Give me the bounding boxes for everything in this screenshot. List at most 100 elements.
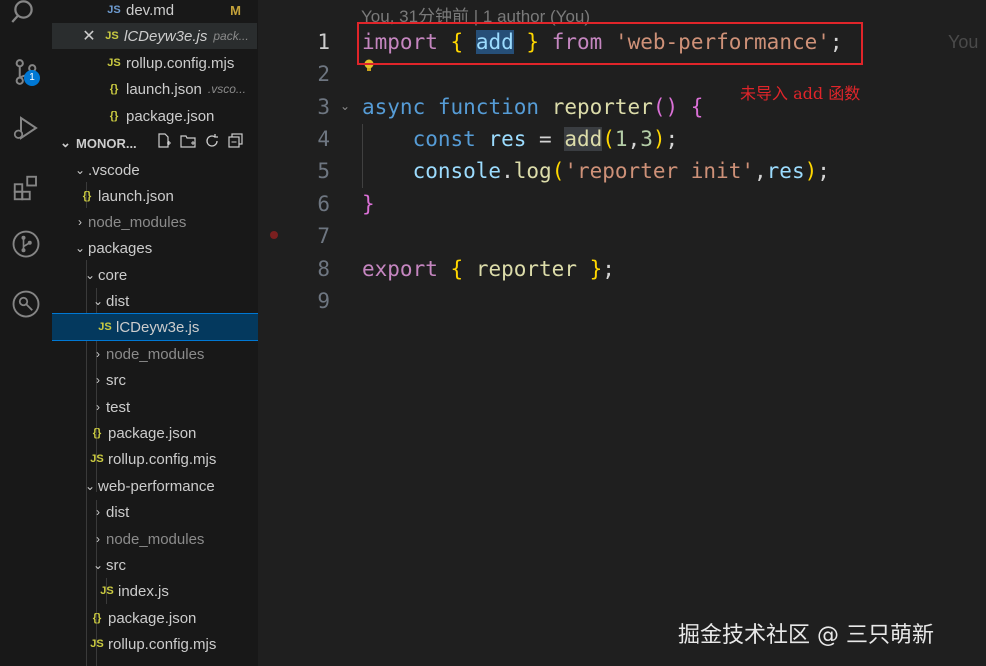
json-file-icon: {} [92,612,102,624]
line-number: 9 [317,289,330,313]
open-editor-desc: pack... [213,29,249,43]
js-file-icon: JS [90,453,104,465]
extensions-icon[interactable] [6,168,46,208]
tree-folder-web-performance[interactable]: ⌄ web-performance [52,473,258,499]
chevron-right-icon: › [96,347,100,361]
tree-folder-node-modules[interactable]: › node_modules [52,526,258,552]
remote-icon[interactable] [6,284,46,324]
tree-label: dist [106,503,130,521]
js-file-icon: JS [105,30,119,42]
tree-label: packages [88,239,153,257]
open-editor-label: launch.json [126,80,202,98]
js-file-icon: JS [98,321,112,333]
tree-file-package-json[interactable]: {} package.json [52,605,258,631]
code-editor[interactable]: You, 31分钟前 | 1 author (You) You 1 import… [258,0,986,666]
refresh-icon[interactable] [200,133,224,153]
new-file-icon[interactable] [152,133,176,153]
line-number: 2 [317,62,330,86]
collapse-all-icon[interactable] [224,133,248,153]
tree-folder-vscode[interactable]: ⌄ .vscode [52,157,258,183]
tree-folder-src[interactable]: ⌄ src [52,552,258,578]
tree-folder-core[interactable]: ⌄ core [52,262,258,288]
open-editor-rollup-config[interactable]: JS rollup.config.mjs [52,50,257,76]
tree-label: node_modules [88,213,187,231]
open-editor-package-json[interactable]: {} package.json [52,103,257,129]
tree-label: package.json [108,609,197,627]
code-line[interactable]: 6 } [258,188,986,220]
tree-label: lCDeyw3e.js [116,318,200,336]
code-line[interactable]: 5 console.log('reporter init',res); [258,155,986,187]
line-number: 8 [317,257,330,281]
code-line[interactable]: 3 ⌄ async function reporter() { [258,91,986,123]
activity-bar: 1 [0,0,52,666]
line-number: 5 [317,159,330,183]
new-folder-icon[interactable] [176,133,200,153]
open-editor-dev-md[interactable]: JS dev.md M [52,0,257,23]
chevron-down-icon: ⌄ [60,135,71,150]
tree-label: launch.json [98,187,174,205]
js-file-icon: JS [90,638,104,650]
open-editor-label: lCDeyw3e.js [124,27,208,45]
tree-folder-dist[interactable]: › dist [52,499,258,525]
code-text: console.log('reporter init',res); [412,159,830,183]
json-file-icon: {} [92,427,102,439]
chevron-right-icon: › [96,532,100,546]
tree-file-lcdeyw3e[interactable]: JS lCDeyw3e.js [52,313,258,341]
js-file-icon: JS [107,57,121,69]
js-file-icon: JS [100,585,114,597]
explorer-sidebar: JS dev.md M ✕ JS lCDeyw3e.js pack... JS … [52,0,259,666]
tree-label: rollup.config.mjs [108,450,217,468]
tree-folder-dist[interactable]: ⌄ dist [52,288,258,314]
tree-file-package-json[interactable]: {} package.json [52,420,258,446]
tree-label: rollup.config.mjs [108,635,217,653]
tree-label: package.json [108,424,197,442]
line-number: 4 [317,127,330,151]
tree-label: core [98,266,128,284]
open-editor-lcdeyw3e[interactable]: ✕ JS lCDeyw3e.js pack... [52,23,257,49]
chevron-down-icon: ⌄ [92,294,104,308]
explorer-section-header[interactable]: ⌄ MONOR... [52,131,257,155]
tree-folder-test[interactable]: › test [52,394,258,420]
chevron-down-icon: ⌄ [84,479,96,493]
tree-label: src [106,371,126,389]
git-graph-icon[interactable] [6,224,46,264]
line-number: 6 [317,192,330,216]
annotation-highlight-box [357,22,863,65]
code-line[interactable]: 7 [258,220,986,252]
code-text: } [362,192,375,216]
code-text: export { reporter }; [362,257,615,281]
close-icon[interactable]: ✕ [78,26,100,46]
tree-label: node_modules [106,345,205,363]
open-editor-label: package.json [126,107,215,125]
line-number: 3 [317,95,330,119]
tree-file-rollup-config[interactable]: JS rollup.config.mjs [52,631,258,657]
tree-file-launch-json[interactable]: {} launch.json [52,183,258,209]
open-editor-launch-json[interactable]: {} launch.json .vsco... [52,76,257,102]
chevron-down-icon: ⌄ [84,268,96,282]
chevron-down-icon: ⌄ [74,163,86,177]
code-line[interactable]: 4 const res = add(1,3); [258,123,986,155]
tree-folder-src[interactable]: › src [52,367,258,393]
modified-badge: M [230,2,241,18]
run-debug-icon[interactable] [6,108,46,148]
code-line[interactable]: 9 [258,285,986,317]
tree-label: web-performance [98,477,215,495]
code-line[interactable]: 8 export { reporter }; [258,253,986,285]
tree-folder-packages[interactable]: ⌄ packages [52,235,258,261]
tree-label: dist [106,292,130,310]
source-control-badge: 1 [24,70,40,86]
open-editor-desc: .vsco... [207,82,246,96]
fold-chevron-icon[interactable]: ⌄ [340,99,350,113]
json-file-icon: {} [109,83,119,95]
tree-file-rollup-config[interactable]: JS rollup.config.mjs [52,446,258,472]
chevron-right-icon: › [96,505,100,519]
tree-label: src [106,556,126,574]
tree-folder-node-modules[interactable]: › node_modules [52,341,258,367]
line-number: 1 [317,30,330,54]
chevron-right-icon: › [96,373,100,387]
chevron-right-icon: › [96,400,100,414]
js-file-icon: JS [107,4,121,16]
tree-file-index-js[interactable]: JS index.js [52,578,258,604]
tree-folder-node-modules[interactable]: › node_modules [52,209,258,235]
search-icon[interactable] [6,0,46,32]
